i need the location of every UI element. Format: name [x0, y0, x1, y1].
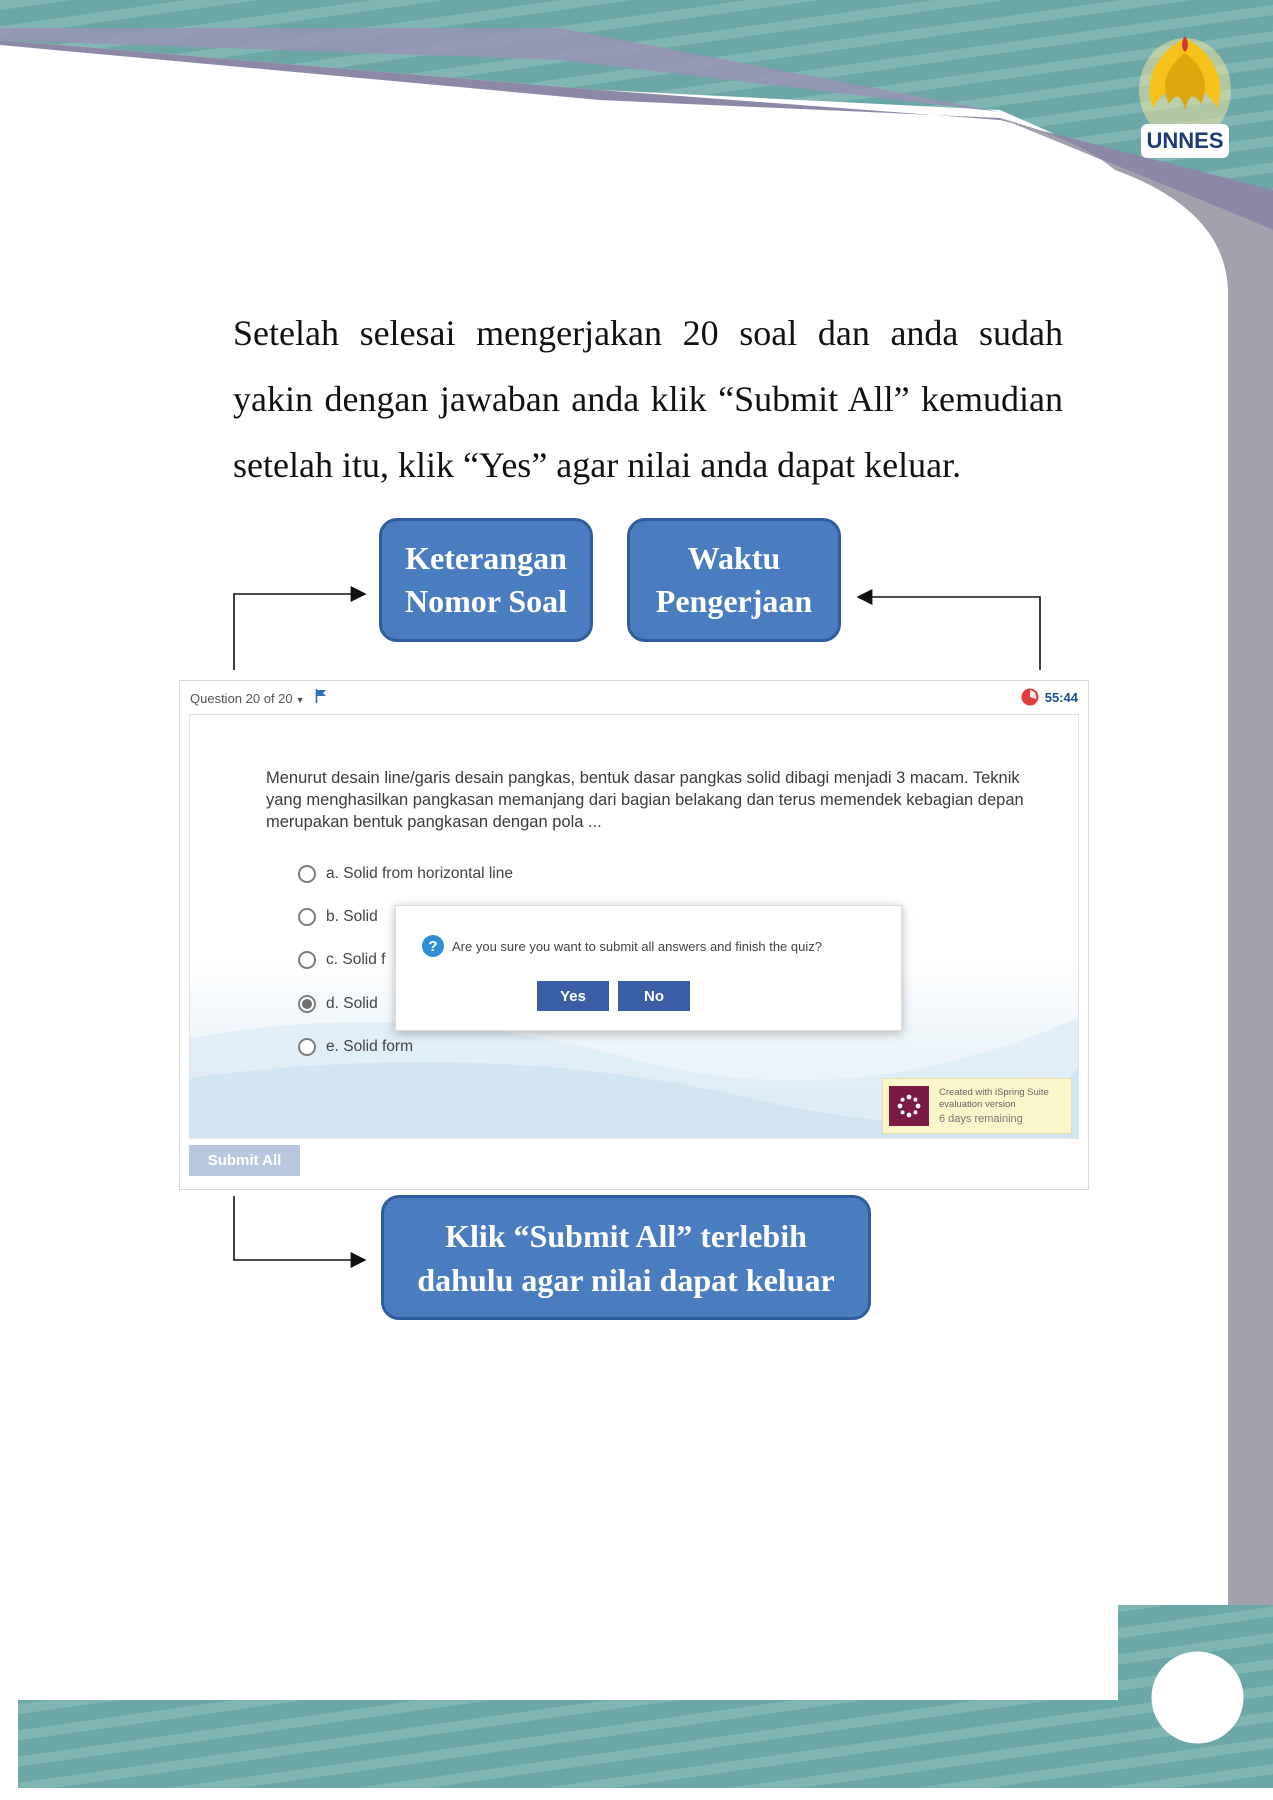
callout-time: Waktu Pengerjaan — [627, 518, 841, 642]
radio-button[interactable] — [298, 951, 316, 969]
callout-submit-line1: Klik “Submit All” terlebih — [445, 1217, 807, 1254]
callout-time-line1: Waktu — [687, 540, 781, 576]
option-a[interactable]: a. Solid from horizontal line — [298, 865, 513, 883]
callout-question-number-line2: Nomor Soal — [404, 583, 568, 619]
dialog-message-row: ? Are you sure you want to submit all an… — [422, 935, 822, 957]
dialog-message: Are you sure you want to submit all answ… — [452, 938, 822, 954]
callout-time-line2: Pengerjaan — [655, 583, 813, 619]
option-label: c. Solid f — [326, 951, 386, 968]
radio-button[interactable] — [298, 865, 316, 883]
quiz-topbar: Question 20 of 20 ▼ 55:44 — [180, 681, 1088, 713]
callout-question-number-line1: Keterangan — [405, 540, 567, 576]
callout-submit-line2: dahulu agar nilai dapat keluar — [417, 1261, 835, 1298]
timer-text: 55:44 — [1044, 689, 1078, 705]
question-mark-icon: ? — [422, 935, 444, 957]
timer: 55:44 — [1021, 688, 1078, 706]
option-c[interactable]: c. Solid f — [298, 951, 385, 969]
ispring-watermark: Created with iSpring Suite evaluation ve… — [882, 1078, 1072, 1134]
no-button[interactable]: No — [618, 981, 690, 1011]
page-number-circle — [1151, 1651, 1244, 1744]
ispring-line3: 6 days remaining — [939, 1113, 1023, 1125]
option-e[interactable]: e. Solid form — [298, 1038, 413, 1056]
yes-button[interactable]: Yes — [537, 981, 609, 1011]
unnes-logo: UNNES — [1139, 36, 1231, 158]
option-label: b. Solid — [326, 908, 378, 925]
logo-text: UNNES — [1146, 128, 1223, 153]
submit-all-button[interactable]: Submit All — [189, 1145, 300, 1176]
ispring-line2: evaluation version — [939, 1099, 1016, 1110]
radio-button-selected[interactable] — [298, 995, 316, 1013]
option-b[interactable]: b. Solid — [298, 908, 378, 926]
option-label: a. Solid from horizontal line — [326, 865, 513, 882]
quiz-screenshot: Question 20 of 20 ▼ 55:44 Menurut desain … — [179, 680, 1089, 1190]
option-d[interactable]: d. Solid — [298, 995, 378, 1013]
chevron-down-icon: ▼ — [295, 695, 305, 705]
question-number-selector[interactable]: Question 20 of 20 ▼ — [190, 691, 305, 706]
confirm-submit-dialog: ? Are you sure you want to submit all an… — [395, 905, 902, 1031]
ispring-text: Created with iSpring Suite evaluation ve… — [939, 1087, 1049, 1125]
flag-icon[interactable] — [315, 689, 327, 703]
question-text: Menurut desain line/garis desain pangkas… — [266, 769, 1024, 831]
option-label: d. Solid — [326, 995, 378, 1012]
timer-icon — [1021, 688, 1039, 706]
radio-button[interactable] — [298, 1038, 316, 1056]
option-label: e. Solid form — [326, 1038, 414, 1055]
callout-question-number: Keterangan Nomor Soal — [379, 518, 593, 642]
ispring-line1: Created with iSpring Suite — [939, 1087, 1049, 1098]
radio-button[interactable] — [298, 908, 316, 926]
question-panel: Menurut desain line/garis desain pangkas… — [189, 714, 1079, 1139]
ispring-logo-icon — [889, 1086, 929, 1126]
instruction-paragraph: Setelah selesai mengerjakan 20 soal dan … — [233, 313, 1063, 485]
question-number-label: Question 20 of 20 — [190, 691, 293, 706]
callout-submit: Klik “Submit All” terlebih dahulu agar n… — [381, 1195, 871, 1320]
